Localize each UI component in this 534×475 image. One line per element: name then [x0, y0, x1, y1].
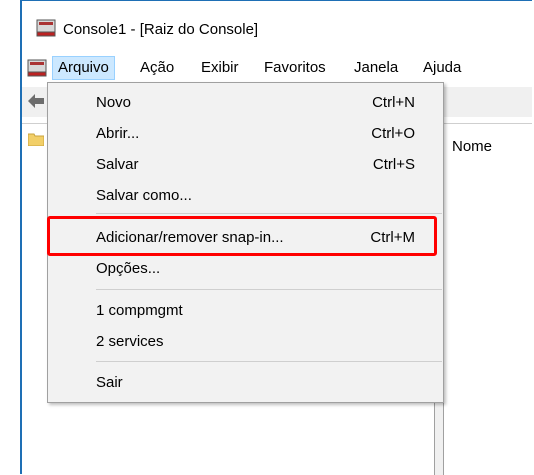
menu-item-recent-compmgmt[interactable]: 1 compmgmt	[48, 298, 443, 324]
menu-item-label: Salvar	[96, 156, 139, 173]
menu-item-label: Novo	[96, 94, 132, 111]
menu-item-recent-services[interactable]: 2 services	[48, 329, 443, 355]
mmc-system-menu-icon[interactable]	[27, 59, 47, 77]
menu-arquivo[interactable]: Arquivo	[52, 56, 115, 80]
menu-item-salvar[interactable]: Salvar Ctrl+S	[48, 152, 443, 178]
menu-item-abrir[interactable]: Abrir... Ctrl+O	[48, 121, 443, 147]
column-header-nome[interactable]: Nome	[452, 138, 492, 155]
title-bar: Console1 - [Raiz do Console]	[22, 1, 532, 47]
menu-janela[interactable]: Janela	[349, 56, 403, 80]
menu-separator	[96, 361, 442, 362]
menu-separator	[96, 213, 442, 214]
menu-item-label: Sair	[96, 374, 123, 391]
menu-item-label: 1 compmgmt	[96, 302, 183, 319]
menu-item-label: Salvar como...	[96, 187, 192, 204]
menu-favoritos[interactable]: Favoritos	[259, 56, 331, 80]
window-title: Console1 - [Raiz do Console]	[63, 21, 259, 38]
menu-exibir[interactable]: Exibir	[196, 56, 244, 80]
menu-item-label: Opções...	[96, 260, 161, 277]
menu-item-shortcut: Ctrl+O	[371, 125, 415, 142]
menu-item-label: 2 services	[96, 333, 164, 350]
menu-separator	[96, 289, 442, 290]
menu-item-label: Abrir...	[96, 125, 140, 142]
back-arrow-icon[interactable]	[28, 94, 44, 108]
menu-item-shortcut: Ctrl+N	[372, 94, 415, 111]
menu-ajuda[interactable]: Ajuda	[418, 56, 466, 80]
mmc-console-icon	[36, 19, 56, 37]
folder-icon[interactable]	[28, 132, 44, 146]
menu-acao[interactable]: Ação	[135, 56, 179, 80]
annotation-highlight-box	[47, 216, 437, 256]
menu-item-opcoes[interactable]: Opções...	[48, 256, 443, 282]
menu-item-sair[interactable]: Sair	[48, 370, 443, 396]
menu-bar: Arquivo Ação Exibir Favoritos Janela Aju…	[22, 53, 532, 83]
menu-item-novo[interactable]: Novo Ctrl+N	[48, 90, 443, 116]
menu-item-shortcut: Ctrl+S	[372, 156, 415, 173]
menu-item-salvar-como[interactable]: Salvar como...	[48, 183, 443, 209]
